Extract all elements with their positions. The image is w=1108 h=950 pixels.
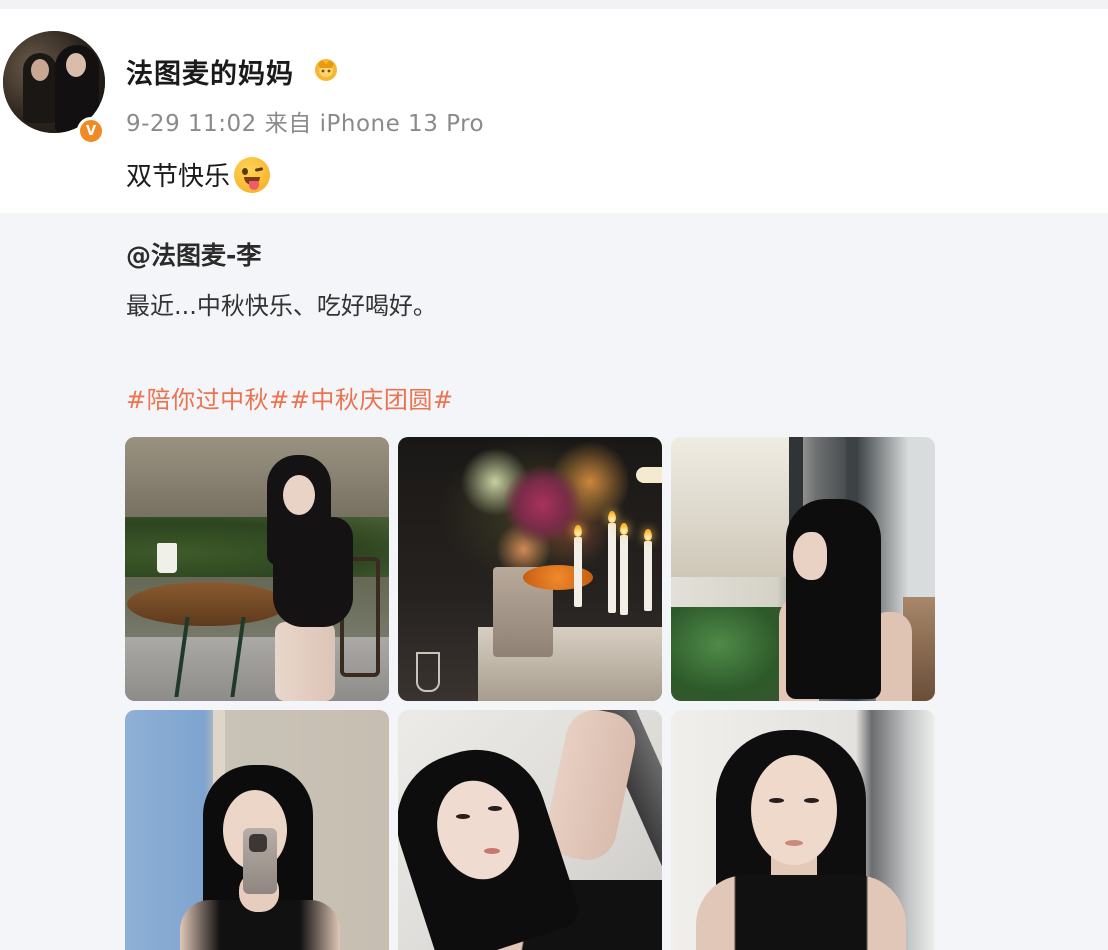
post-meta: 9-29 11:02 来自 iPhone 13 Pro <box>126 104 492 138</box>
photo-2[interactable] <box>398 437 662 701</box>
photo-2-candle <box>644 541 652 611</box>
avatar-face-right <box>66 53 86 77</box>
hashtag-links[interactable]: #陪你过中秋##中秋庆团圆# <box>126 380 453 415</box>
photo-6-lips <box>785 840 803 846</box>
photo-2-lamp <box>636 467 662 483</box>
photo-4[interactable] <box>125 710 389 950</box>
avatar-face-left <box>31 59 49 81</box>
photo-2-oranges <box>523 565 593 590</box>
photo-6-body <box>696 875 906 950</box>
photo-2-flowers <box>438 437 628 587</box>
photo-6-face <box>751 755 837 865</box>
photo-1[interactable] <box>125 437 389 701</box>
photo-1-cup <box>157 543 177 573</box>
repost-author[interactable]: @法图麦-李 <box>126 236 261 272</box>
photo-6-eye <box>804 798 819 803</box>
post-timestamp[interactable]: 9-29 11:02 <box>126 111 257 137</box>
verified-badge-icon: V <box>77 117 105 145</box>
post-text: 双节快乐 <box>126 156 271 193</box>
photo-5-eye <box>488 806 502 811</box>
photo-3-shoulder <box>876 612 912 701</box>
photo-2-glass <box>416 652 440 692</box>
photo-1-legs <box>275 622 335 701</box>
photo-2-flame <box>608 511 616 523</box>
photo-5-eye <box>456 814 470 819</box>
photo-5[interactable] <box>398 710 662 950</box>
photo-4-phone-camera <box>249 834 267 852</box>
photo-3-hair <box>786 499 881 699</box>
photo-1-body <box>273 517 353 627</box>
photo-3[interactable] <box>671 437 935 701</box>
photo-3-window <box>671 437 791 577</box>
photo-2-candle <box>608 523 616 613</box>
photo-1-table-leg <box>174 617 246 697</box>
post-source: 来自 iPhone 13 Pro <box>264 111 485 137</box>
top-strip <box>0 0 1108 9</box>
photo-5-lips <box>484 848 500 854</box>
repost-text: 最近...中秋快乐、吃好喝好。 <box>126 292 437 320</box>
photo-2-flame <box>620 523 628 535</box>
photo-6[interactable] <box>671 710 935 950</box>
author-name[interactable]: 法图麦的妈妈 <box>126 52 294 91</box>
photo-2-flame <box>574 525 582 537</box>
photo-6-eye <box>769 798 784 803</box>
photo-2-flame <box>644 529 652 541</box>
post-text-content: 双节快乐 <box>126 162 231 192</box>
tongue-wink-emoji-icon <box>234 156 271 193</box>
photo-3-face <box>793 532 827 580</box>
photo-2-candle <box>620 535 628 615</box>
photo-1-face <box>283 475 315 515</box>
photo-3-plants <box>671 607 791 701</box>
member-crown-icon[interactable] <box>312 56 340 82</box>
photo-2-candle <box>574 537 582 607</box>
